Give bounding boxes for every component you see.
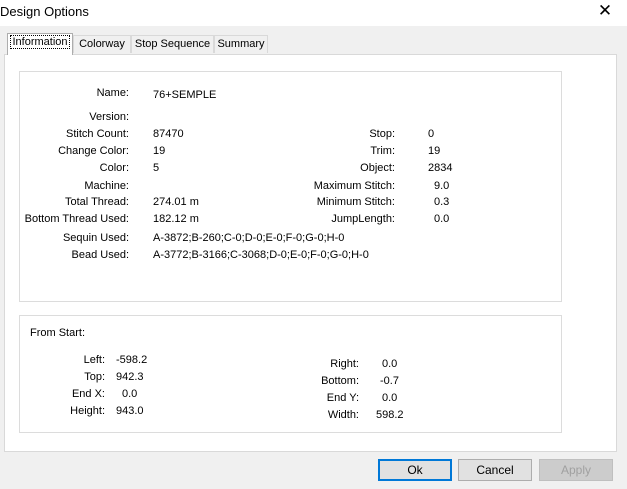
change-color-value: 19 [153, 145, 166, 157]
min-stitch-label: Minimum Stitch: [316, 196, 395, 208]
max-stitch-value: 9.0 [434, 180, 450, 192]
stitch-count-label: Stitch Count: [66, 128, 129, 140]
left-value: -598.2 [116, 354, 148, 366]
ok-button[interactable]: Ok [378, 459, 452, 481]
title-bar: Design Options ✕ [0, 0, 627, 26]
close-icon[interactable]: ✕ [596, 1, 614, 21]
end-y-value: 0.0 [382, 392, 398, 404]
tab-stop-sequence[interactable]: Stop Sequence [131, 35, 214, 53]
window-title: Design Options [0, 4, 89, 19]
object-value: 2834 [428, 162, 453, 174]
stitch-count-value: 87470 [153, 128, 184, 140]
stop-value: 0 [428, 128, 435, 140]
trim-value: 19 [428, 145, 441, 157]
change-color-label: Change Color: [58, 145, 129, 157]
top-value: 942.3 [116, 371, 144, 383]
color-value: 5 [153, 162, 160, 174]
left-label: Left: [83, 354, 105, 366]
sequin-label: Sequin Used: [62, 232, 129, 244]
top-label: Top: [84, 371, 105, 383]
tab-information-label: Information [10, 35, 70, 49]
right-value: 0.0 [382, 358, 398, 370]
tab-panel: Name: 76+SEMPLE Version: Stitch Count: 8… [4, 54, 617, 452]
object-label: Object: [360, 162, 395, 174]
name-value: 76+SEMPLE [153, 89, 217, 101]
height-value: 943.0 [116, 405, 144, 417]
jump-length-label: JumpLength: [331, 213, 395, 225]
end-x-label: End X: [71, 388, 105, 400]
bottom-thread-label: Bottom Thread Used: [24, 213, 129, 225]
total-thread-label: Total Thread: [64, 196, 129, 208]
max-stitch-label: Maximum Stitch: [313, 180, 395, 192]
bottom-label: Bottom: [321, 375, 359, 387]
machine-label: Machine: [84, 180, 129, 192]
from-start-heading: From Start: [30, 327, 86, 339]
end-y-label: End Y: [326, 392, 359, 404]
tab-stop-sequence-label: Stop Sequence [134, 38, 211, 50]
bottom-value: -0.7 [380, 375, 399, 387]
bead-value: A-3772;B-3166;C-3068;D-0;E-0;F-0;G-0;H-0 [153, 249, 369, 261]
sequin-value: A-3872;B-260;C-0;D-0;E-0;F-0;G-0;H-0 [153, 232, 345, 244]
tab-colorway[interactable]: Colorway [73, 35, 131, 53]
tab-colorway-label: Colorway [79, 38, 125, 50]
tab-summary[interactable]: Summary [214, 35, 268, 53]
height-label: Height: [70, 405, 105, 417]
total-thread-value: 274.01 m [153, 196, 199, 208]
jump-length-value: 0.0 [434, 213, 450, 225]
right-label: Right: [330, 358, 359, 370]
end-x-value: 0.0 [122, 388, 138, 400]
trim-label: Trim: [370, 145, 395, 157]
bead-label: Bead Used: [71, 249, 129, 261]
stop-label: Stop: [369, 128, 395, 140]
version-label: Version: [89, 111, 129, 123]
from-start-group: From Start: Left: -598.2 Top: 942.3 End … [19, 315, 562, 433]
width-value: 598.2 [376, 409, 404, 421]
min-stitch-value: 0.3 [434, 196, 450, 208]
name-label: Name: [96, 87, 129, 99]
cancel-button[interactable]: Cancel [458, 459, 532, 481]
apply-button[interactable]: Apply [539, 459, 613, 481]
color-label: Color: [99, 162, 129, 174]
tab-information[interactable]: Information [7, 33, 73, 55]
width-label: Width: [327, 409, 359, 421]
tab-summary-label: Summary [217, 38, 265, 50]
design-info-group: Name: 76+SEMPLE Version: Stitch Count: 8… [19, 71, 562, 302]
bottom-thread-value: 182.12 m [153, 213, 199, 225]
